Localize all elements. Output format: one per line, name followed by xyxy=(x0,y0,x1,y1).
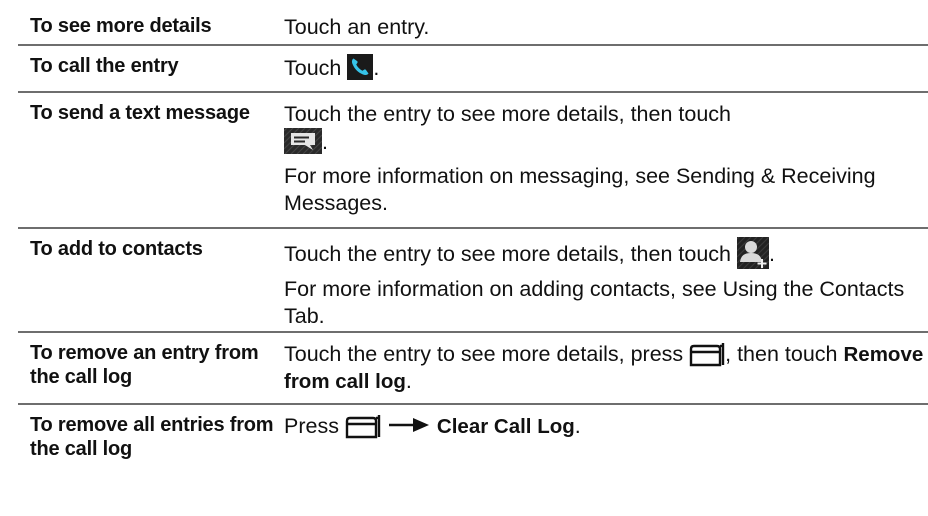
menu-icon xyxy=(689,341,725,367)
description-note: For more information on messaging, see S… xyxy=(284,164,876,215)
row-label: To remove all entries from the call log xyxy=(30,414,274,460)
row-description: Touch the entry to see more details, pre… xyxy=(284,333,928,403)
table-row: To add to contacts Touch the entry to se… xyxy=(18,229,928,333)
description-text: Touch xyxy=(284,56,342,80)
row-description: Touch the entry to see more details, the… xyxy=(284,93,928,227)
instruction-table: To see more details Touch an entry. To c… xyxy=(18,6,928,485)
description-bold: Clear Call Log xyxy=(436,415,575,438)
description-line: Press Clear Call Log. xyxy=(284,413,928,440)
row-label: To send a text message xyxy=(30,102,250,124)
menu-icon xyxy=(345,413,381,439)
description-text: . xyxy=(405,369,412,393)
description-text: . xyxy=(373,56,380,80)
table-row: To see more details Touch an entry. xyxy=(18,6,928,46)
description-text: Press xyxy=(284,414,339,438)
description-text: Touch the entry to see more details, pre… xyxy=(284,342,684,366)
table-row: To call the entry Touch . xyxy=(18,46,928,93)
table-row: To remove an entry from the call log Tou… xyxy=(18,333,928,405)
row-label: To call the entry xyxy=(30,55,179,77)
row-description: Touch . xyxy=(284,46,928,91)
description-text: . xyxy=(322,130,328,154)
table-row: To send a text message Touch the entry t… xyxy=(18,93,928,229)
row-label: To remove an entry from the call log xyxy=(30,342,259,388)
arrow-right-icon xyxy=(387,415,431,435)
row-description: Press Clear Call Log. xyxy=(284,405,928,485)
row-description: Touch the entry to see more details, the… xyxy=(284,229,928,331)
description-line: Touch the entry to see more details, the… xyxy=(284,237,928,269)
description-line: Touch the entry to see more details, the… xyxy=(284,101,928,156)
description-text: . xyxy=(574,414,581,438)
row-label: To add to contacts xyxy=(30,238,203,260)
description-note: For more information on adding contacts,… xyxy=(284,277,905,328)
table-row: To remove all entries from the call log … xyxy=(18,405,928,485)
phone-icon xyxy=(347,54,374,80)
message-icon xyxy=(284,128,322,154)
description-line: Touch the entry to see more details, pre… xyxy=(284,341,928,395)
description-line: Touch . xyxy=(284,54,928,82)
description-text: Touch the entry to see more details, the… xyxy=(284,102,731,126)
add-contact-icon xyxy=(736,237,769,269)
row-description: Touch an entry. xyxy=(284,6,928,44)
row-label: To see more details xyxy=(30,15,212,37)
description-text: . xyxy=(768,242,775,266)
description-text: Touch an entry. xyxy=(284,15,430,39)
description-text: Touch the entry to see more details, the… xyxy=(284,242,731,266)
description-text: , then touch xyxy=(725,342,838,366)
